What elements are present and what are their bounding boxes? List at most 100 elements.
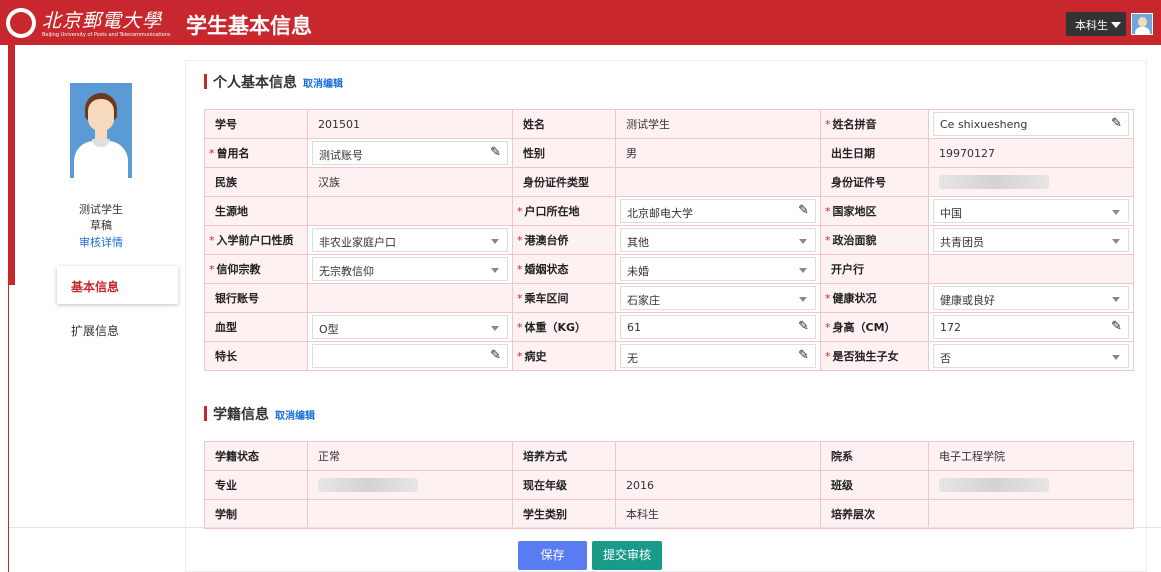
- left-accent-bar: [8, 45, 15, 285]
- table-row: 专业 现在年级 2016 班级: [204, 470, 1134, 500]
- nav-basic-info[interactable]: 基本信息: [57, 266, 178, 304]
- student-name: 测试学生: [79, 203, 123, 216]
- field-value-cell: 172 ✎: [928, 312, 1134, 342]
- field-label: 户口所在地: [512, 196, 616, 226]
- cancel-edit-enrollment-link[interactable]: 取消编辑: [275, 411, 315, 422]
- table-row: 血型 O型 体重（KG） 61 ✎ 身高（CM） 172 ✎: [204, 312, 1134, 342]
- field-label: 培养方式: [512, 441, 616, 471]
- field-label: 血型: [204, 312, 308, 342]
- caret-down-icon: [799, 268, 807, 273]
- redacted-value: [318, 478, 418, 492]
- field-label: 学号: [204, 109, 308, 139]
- review-details-link[interactable]: 审核详情: [70, 234, 132, 250]
- caret-down-icon: [491, 268, 499, 273]
- caret-down-icon: [1112, 355, 1120, 360]
- field-value: 测试账号: [319, 149, 363, 162]
- select-field[interactable]: 无宗教信仰: [312, 257, 508, 281]
- nav-basic-info-label: 基本信息: [71, 280, 120, 294]
- field-label: 曾用名: [204, 138, 308, 168]
- table-row: 学号201501姓名测试学生姓名拼音 Ce shixuesheng ✎: [204, 109, 1134, 139]
- field-label: 开户行: [820, 254, 929, 284]
- university-seal-icon: [6, 8, 36, 38]
- field-value-cell: 电子工程学院: [928, 441, 1134, 471]
- table-row: 特长✎病史无✎是否独生子女否: [204, 341, 1134, 371]
- logo-text: 北京郵電大學: [42, 10, 163, 32]
- field-value: Ce shixuesheng: [940, 118, 1028, 131]
- top-bar: 北京郵電大學 Beijing University of Posts and T…: [0, 0, 1161, 45]
- field-value: 61: [627, 321, 641, 334]
- text-field[interactable]: 61 ✎: [620, 315, 816, 339]
- enrollment-section-title: 学籍信息 取消编辑: [204, 404, 315, 424]
- select-field[interactable]: O型: [312, 315, 508, 339]
- field-label: 出生日期: [820, 138, 929, 168]
- select-field[interactable]: 其他: [620, 228, 816, 252]
- field-label: 姓名: [512, 109, 616, 139]
- field-value: 健康或良好: [940, 294, 995, 307]
- caret-down-icon: [799, 297, 807, 302]
- text-field[interactable]: ✎: [312, 344, 508, 368]
- cancel-edit-personal-link[interactable]: 取消编辑: [303, 79, 343, 90]
- field-value-cell: Ce shixuesheng ✎: [928, 109, 1134, 139]
- redacted-value: [939, 478, 1049, 492]
- text-field[interactable]: 172 ✎: [933, 315, 1129, 339]
- text-field[interactable]: Ce shixuesheng ✎: [933, 112, 1129, 136]
- table-row: 信仰宗教无宗教信仰 婚姻状态未婚 开户行: [204, 254, 1134, 284]
- footer-divider: [9, 527, 1161, 528]
- field-value-cell: 本科生: [615, 499, 821, 529]
- select-field[interactable]: 非农业家庭户口: [312, 228, 508, 252]
- field-label: 生源地: [204, 196, 308, 226]
- field-label: 婚姻状态: [512, 254, 616, 284]
- nav-extended-info[interactable]: 扩展信息: [71, 322, 119, 339]
- select-field[interactable]: 石家庄: [620, 286, 816, 310]
- university-logo[interactable]: 北京郵電大學 Beijing University of Posts and T…: [6, 6, 176, 40]
- caret-down-icon: [491, 239, 499, 244]
- select-field[interactable]: 未婚: [620, 257, 816, 281]
- field-label: 现在年级: [512, 470, 616, 500]
- field-label: 信仰宗教: [204, 254, 308, 284]
- user-avatar[interactable]: [1131, 13, 1153, 35]
- table-row: 生源地 户口所在地北京邮电大学 ✎ 国家地区中国: [204, 196, 1134, 226]
- text-field[interactable]: 无 ✎: [620, 344, 816, 368]
- field-value: 否: [940, 352, 951, 365]
- submit-review-button[interactable]: 提交审核: [592, 541, 662, 570]
- field-label: 民族: [204, 167, 308, 197]
- field-label: 银行账号: [204, 283, 308, 313]
- field-label: 姓名拼音: [820, 109, 929, 139]
- select-field[interactable]: 中国: [933, 199, 1129, 223]
- field-label: 性别: [512, 138, 616, 168]
- field-value-cell: [928, 470, 1134, 500]
- caret-down-icon: [491, 326, 499, 331]
- field-label: 健康状况: [820, 283, 929, 313]
- logo-subtext: Beijing University of Posts and Telecomm…: [42, 32, 171, 38]
- role-dropdown[interactable]: 本科生: [1066, 12, 1126, 36]
- field-value: 北京邮电大学: [627, 207, 693, 220]
- field-label: 身份证件类型: [512, 167, 616, 197]
- field-label: 乘车区间: [512, 283, 616, 313]
- field-label: 学籍状态: [204, 441, 308, 471]
- field-value-cell: [928, 167, 1134, 197]
- caret-down-icon: [1112, 297, 1120, 302]
- caret-down-icon: [1111, 22, 1121, 28]
- select-field[interactable]: 共青团员: [933, 228, 1129, 252]
- field-label: 国家地区: [820, 196, 929, 226]
- field-value: 无宗教信仰: [319, 265, 374, 278]
- field-value-cell: 男: [615, 138, 821, 168]
- field-value-cell: 无 ✎: [615, 341, 821, 371]
- left-accent-line: [8, 285, 9, 572]
- table-row: 曾用名测试账号 ✎ 性别男出生日期19970127: [204, 138, 1134, 168]
- field-value: 石家庄: [627, 294, 660, 307]
- select-field[interactable]: 否: [933, 344, 1129, 368]
- field-label: 港澳台侨: [512, 225, 616, 255]
- pencil-icon: ✎: [798, 319, 809, 334]
- record-status: 草稿: [90, 219, 112, 232]
- pencil-icon: ✎: [490, 145, 501, 160]
- field-label: 院系: [820, 441, 929, 471]
- table-row: 学籍状态 正常 培养方式 院系 电子工程学院: [204, 441, 1134, 471]
- save-button[interactable]: 保存: [518, 541, 587, 570]
- text-field[interactable]: 北京邮电大学 ✎: [620, 199, 816, 223]
- text-field[interactable]: 测试账号 ✎: [312, 141, 508, 165]
- field-value-cell: [615, 441, 821, 471]
- select-field[interactable]: 健康或良好: [933, 286, 1129, 310]
- field-value-cell: [307, 196, 513, 226]
- field-label: 政治面貌: [820, 225, 929, 255]
